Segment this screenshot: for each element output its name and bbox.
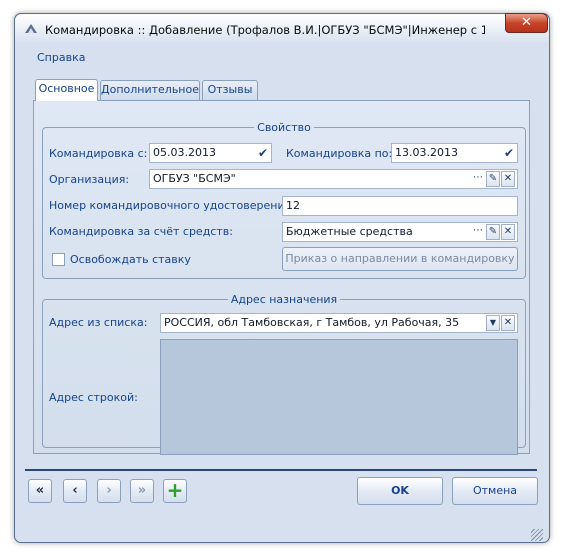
- edit-icon[interactable]: ✎: [486, 224, 500, 240]
- dialog-window: Командировка :: Добавление (Трофалов В.И…: [14, 13, 550, 543]
- tab-reviews[interactable]: Отзывы: [202, 80, 258, 100]
- certificate-label: Номер командировочного удостоверения:: [49, 199, 295, 212]
- tab-main[interactable]: Основное: [35, 79, 98, 101]
- funding-label: Командировка за счёт средств:: [49, 225, 233, 238]
- funding-field[interactable]: Бюджетные средства ⋯ ✎ ✕: [282, 222, 518, 242]
- app-icon: [25, 24, 37, 33]
- close-button[interactable]: ✕: [505, 13, 548, 33]
- menu-help[interactable]: Справка: [37, 51, 85, 64]
- ok-button[interactable]: OK: [357, 477, 443, 505]
- next-record-button[interactable]: ›: [97, 479, 121, 503]
- certificate-number-input[interactable]: 12: [282, 196, 518, 216]
- clear-icon[interactable]: ✕: [501, 315, 515, 331]
- title-bar[interactable]: Командировка :: Добавление (Трофалов В.И…: [15, 13, 549, 44]
- trip-from-label: Командировка с:: [49, 147, 148, 160]
- organization-value: ОГБУЗ "БСМЭ": [153, 172, 236, 185]
- ellipsis-icon[interactable]: ⋯: [471, 224, 485, 240]
- trip-to-label: Командировка по:: [286, 147, 393, 160]
- cancel-button[interactable]: Отмена: [452, 477, 538, 505]
- address-string-textarea[interactable]: [160, 339, 518, 455]
- ellipsis-icon[interactable]: ⋯: [471, 171, 485, 187]
- clear-icon[interactable]: ✕: [501, 171, 515, 187]
- tab-additional[interactable]: Дополнительное: [100, 80, 200, 100]
- last-record-button[interactable]: »: [130, 479, 154, 503]
- address-list-label: Адрес из списка:: [49, 316, 148, 329]
- address-string-label: Адрес строкой:: [49, 391, 138, 404]
- order-button[interactable]: Приказ о направлении в командировку: [282, 247, 518, 271]
- tab-panel: Свойство Командировка с: 05.03.2013 ✔ Ко…: [33, 100, 530, 455]
- release-rate-label: Освобождать ставку: [70, 253, 191, 266]
- release-rate-checkbox[interactable]: [52, 253, 65, 266]
- dropdown-check-icon[interactable]: ✔: [504, 144, 514, 162]
- address-list-combo[interactable]: РОССИЯ, обл Тамбовская, г Тамбов, ул Раб…: [160, 313, 518, 333]
- trip-to-value: 13.03.2013: [395, 146, 458, 159]
- window-title: Командировка :: Добавление (Трофалов В.И…: [45, 23, 485, 37]
- footer-divider: [25, 469, 537, 471]
- trip-from-date[interactable]: 05.03.2013 ✔: [149, 143, 272, 163]
- clear-icon[interactable]: ✕: [501, 224, 515, 240]
- funding-value: Бюджетные средства: [286, 225, 413, 238]
- dropdown-check-icon[interactable]: ✔: [258, 144, 268, 162]
- add-record-button[interactable]: +: [163, 479, 187, 503]
- address-list-value: РОССИЯ, обл Тамбовская, г Тамбов, ул Раб…: [164, 316, 460, 329]
- property-group-legend: Свойство: [257, 121, 311, 134]
- chevron-down-icon[interactable]: ▼: [486, 315, 500, 331]
- edit-icon[interactable]: ✎: [486, 171, 500, 187]
- organization-label: Организация:: [49, 173, 130, 186]
- resize-grip[interactable]: [531, 529, 543, 541]
- trip-from-value: 05.03.2013: [153, 146, 216, 159]
- address-group-legend: Адрес назначения: [230, 293, 338, 306]
- trip-to-date[interactable]: 13.03.2013 ✔: [391, 143, 518, 163]
- prev-record-button[interactable]: ‹: [63, 479, 87, 503]
- first-record-button[interactable]: «: [28, 479, 52, 503]
- organization-field[interactable]: ОГБУЗ "БСМЭ" ⋯ ✎ ✕: [149, 169, 518, 189]
